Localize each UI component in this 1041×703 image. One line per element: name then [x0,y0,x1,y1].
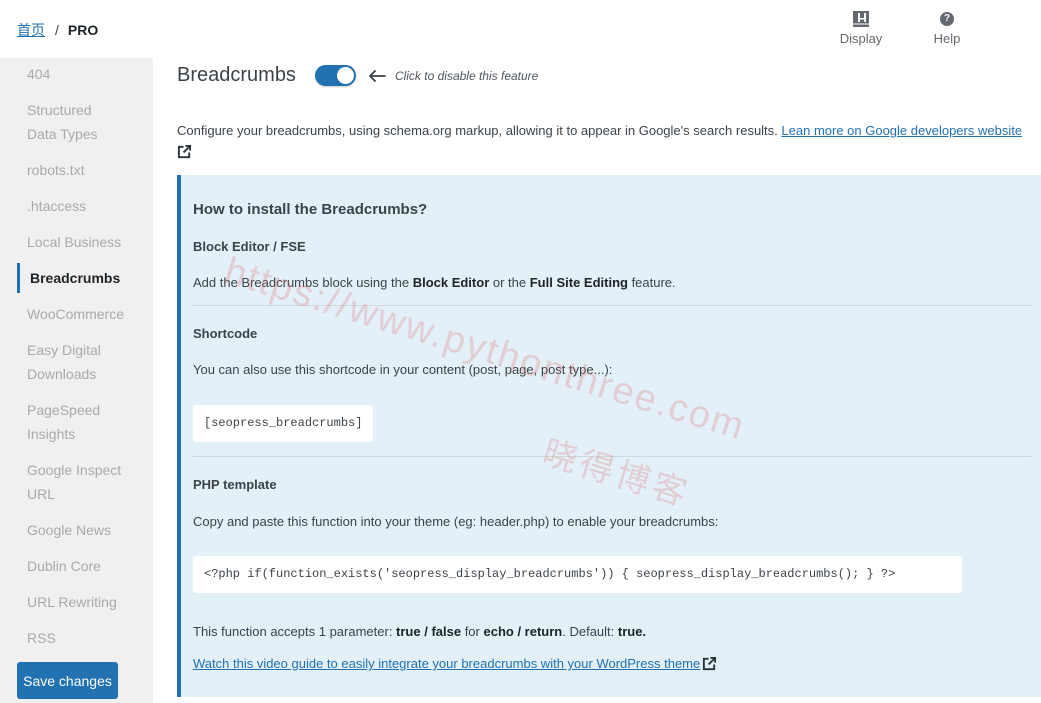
external-link-icon[interactable] [177,144,192,159]
sidebar-item-label: Data Types [27,126,98,142]
breadcrumb-home-link[interactable]: 首页 [17,20,45,40]
shortcode-text: You can also use this shortcode in your … [193,362,613,377]
sidebar-item-breadcrumbs[interactable]: Breadcrumbs [0,263,153,293]
sidebar-item-label: Structured [27,102,92,118]
sidebar-item-woocommerce[interactable]: WooCommerce [0,302,153,326]
sidebar-item-google-news[interactable]: Google News [0,518,153,542]
top-bar: 首页 / PRO Display ? Help [0,0,1041,58]
text-segment: or the [489,275,530,290]
help-label: Help [933,31,961,46]
arrow-left-icon [369,69,386,82]
breadcrumb-separator: / [55,22,59,38]
feature-toggle[interactable] [314,65,356,86]
text-segment: feature. [627,275,676,290]
google-developers-link[interactable]: Lean more on Google developers website [781,123,1022,138]
text-segment: Add the Breadcrumbs block using the [193,275,413,290]
sidebar-item-easy-digital-downloads[interactable]: Easy Digital Downloads [0,338,153,386]
section-divider [193,305,1031,306]
block-editor-heading: Block Editor / FSE [193,239,306,254]
text-bold: true / false [396,624,462,639]
sidebar-item-rss[interactable]: RSS [0,626,153,650]
shortcode-heading: Shortcode [193,326,258,341]
video-guide-link-label: Watch this video guide to easily integra… [193,656,701,671]
sidebar-item-robots-txt[interactable]: robots.txt [0,158,153,182]
sidebar-item-label: URL [27,486,56,502]
toggle-knob [336,67,354,84]
intro-paragraph: Configure your breadcrumbs, using schema… [177,121,1037,159]
breadcrumb: 首页 / PRO [17,20,98,40]
help-button[interactable]: ? Help [917,10,977,46]
text-segment: This function accepts 1 parameter: [193,624,397,639]
text-bold: echo / return [483,624,563,639]
text-bold: Full Site Editing [529,275,628,290]
save-changes-button[interactable]: Save changes [17,662,118,699]
sidebar-item-label: Downloads [27,366,97,382]
help-circle-icon: ? [940,11,954,26]
text-bold: Block Editor [412,275,490,290]
sidebar-item-label: Easy Digital [27,342,101,358]
video-guide-link[interactable]: Watch this video guide to easily integra… [193,656,717,671]
sidebar-item-htaccess[interactable]: .htaccess [0,194,153,218]
install-info-panel: How to install the Breadcrumbs? Block Ed… [177,175,1041,697]
sidebar-item-404[interactable]: 404 [0,62,153,86]
display-label: Display [839,31,883,46]
sidebar-item-label: PageSpeed [27,402,101,418]
sidebar-item-url-rewriting[interactable]: URL Rewriting [0,590,153,614]
php-template-text: Copy and paste this function into your t… [193,514,719,529]
function-param-text: This function accepts 1 parameter: true … [193,624,646,639]
sidebar-item-local-business[interactable]: Local Business [0,230,153,254]
text-segment: . Default: [562,624,618,639]
intro-text: Configure your breadcrumbs, using schema… [177,123,778,138]
sidebar-item-label: Insights [27,426,76,442]
sidebar-item-dublin-core[interactable]: Dublin Core [0,554,153,578]
install-title: How to install the Breadcrumbs? [193,201,428,218]
php-template-code[interactable]: <?php if(function_exists('seopress_displ… [193,556,962,593]
breadcrumb-current: PRO [67,22,99,38]
php-template-heading: PHP template [193,477,277,492]
text-segment: for [461,624,484,639]
sidebar-nav: 404 Structured Data Types robots.txt .ht… [0,58,153,703]
display-layout-icon [853,10,869,27]
external-link-icon [703,656,717,671]
sidebar-item-structured-data-types[interactable]: Structured Data Types [0,98,153,146]
sidebar-item-google-inspect-url[interactable]: Google Inspect URL [0,458,153,506]
toggle-hint: Click to disable this feature [394,68,539,83]
text-bold: true. [617,624,647,639]
section-divider [193,456,1031,457]
sidebar-item-label: Google Inspect [27,462,122,478]
display-button[interactable]: Display [831,10,891,46]
shortcode-code[interactable]: [seopress_breadcrumbs] [193,405,374,442]
feature-header: Breadcrumbs Click to disable this featur… [177,64,538,87]
block-editor-text: Add the Breadcrumbs block using the Bloc… [193,275,676,290]
feature-title: Breadcrumbs [177,64,296,86]
sidebar-item-pagespeed-insights[interactable]: PageSpeed Insights [0,398,153,446]
